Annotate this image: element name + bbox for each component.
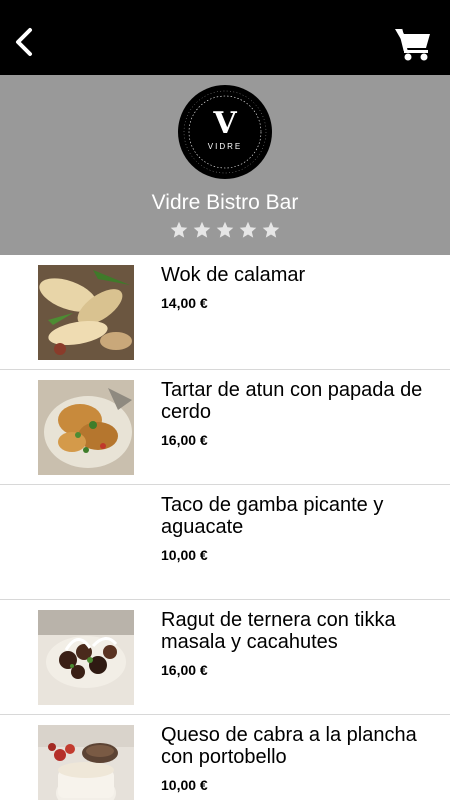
star-icon	[193, 221, 211, 238]
dish-thumbnail	[38, 610, 134, 705]
dish-name: Taco de gamba picante y aguacate	[161, 494, 384, 538]
star-icon	[216, 221, 234, 238]
dish-price: 10,00 €	[161, 777, 208, 793]
restaurant-logo: V VIDRE	[178, 85, 272, 179]
restaurant-header: V VIDRE Vidre Bistro Bar	[0, 75, 450, 255]
dish-list: Wok de calamar 14,00 € Tartar de atun con …	[0, 255, 450, 800]
dish-price: 10,00 €	[161, 547, 208, 563]
logo-word: VIDRE	[207, 142, 243, 151]
back-button[interactable]	[4, 22, 44, 62]
restaurant-name: Vidre Bistro Bar	[151, 191, 299, 214]
star-icon	[239, 221, 257, 238]
dish-name: Tartar de atun con papada de cerdo	[161, 379, 423, 423]
dish-list-item[interactable]: Tartar de atun con papada de cerdo 16,00 …	[0, 370, 450, 485]
logo-letter: V	[213, 106, 237, 141]
shopping-cart-icon	[395, 28, 430, 61]
dish-list-item[interactable]: Queso de cabra a la plancha con portobel…	[0, 715, 450, 800]
dish-list-item[interactable]: Taco de gamba picante y aguacate 10,00 €	[0, 485, 450, 600]
dish-price: 14,00 €	[161, 295, 208, 311]
dish-list-item[interactable]: Ragut de ternera con tikka masala y caca…	[0, 600, 450, 715]
dish-thumbnail	[38, 265, 134, 360]
dish-list-item[interactable]: Wok de calamar 14,00 €	[0, 255, 450, 370]
rating-stars	[0, 221, 450, 244]
dish-name: Ragut de ternera con tikka masala y caca…	[161, 609, 396, 653]
top-navigation-bar	[0, 0, 450, 75]
cart-button[interactable]	[394, 26, 438, 66]
chevron-left-icon	[16, 28, 32, 56]
star-icon	[262, 221, 280, 238]
dish-thumbnail	[38, 725, 134, 800]
star-icon	[170, 221, 188, 238]
dish-name: Queso de cabra a la plancha con portobel…	[161, 724, 417, 768]
dish-price: 16,00 €	[161, 432, 208, 448]
dish-thumbnail	[38, 380, 134, 475]
dish-name: Wok de calamar	[161, 264, 306, 286]
dish-price: 16,00 €	[161, 662, 208, 678]
